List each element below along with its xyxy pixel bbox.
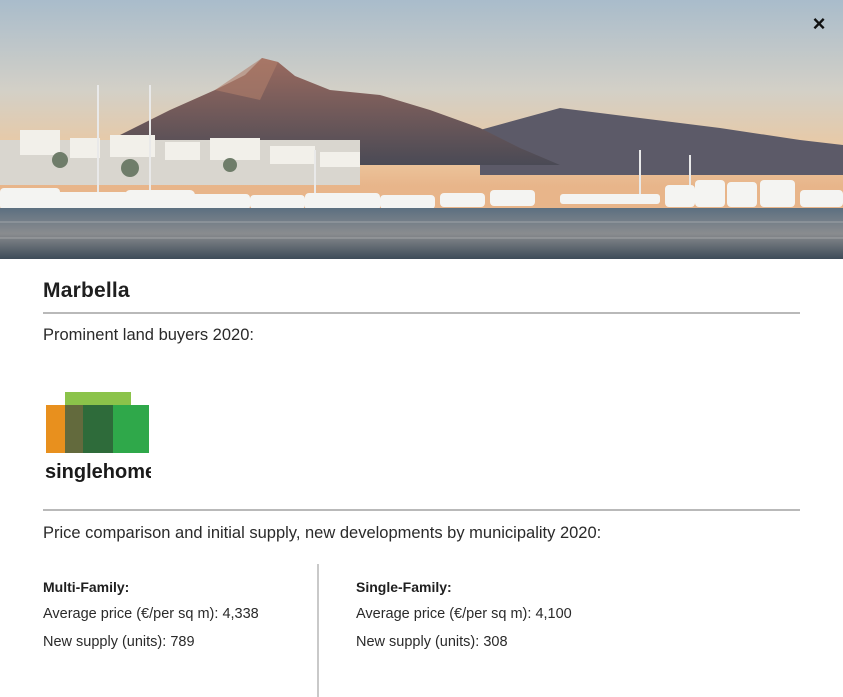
single-family-price: Average price (€/per sq m): 4,100 <box>356 606 630 622</box>
close-button[interactable]: × <box>807 12 831 36</box>
land-buyers-heading: Prominent land buyers 2020: <box>43 326 254 344</box>
price-value: 4,100 <box>535 606 572 622</box>
supply-label: New supply (units): <box>43 634 167 650</box>
section-divider <box>43 509 800 511</box>
multi-family-column: Multi-Family: Average price (€/per sq m)… <box>43 564 319 697</box>
supply-value: 789 <box>170 634 195 650</box>
modal-content: Marbella Prominent land buyers 2020: sin… <box>0 279 843 697</box>
multi-family-title: Multi-Family: <box>43 579 130 595</box>
city-info-modal: × Marbella Prominent land buyers 2020: s… <box>0 0 843 697</box>
logo-wordmark: singlehome <box>45 461 151 482</box>
single-family-supply: New supply (units): 308 <box>356 634 630 650</box>
price-label: Average price (€/per sq m): <box>43 606 219 622</box>
multi-family-supply: New supply (units): 789 <box>43 634 317 650</box>
price-label: Average price (€/per sq m): <box>356 606 532 622</box>
hero-image-marbella-harbour: × <box>0 0 843 259</box>
comparison-heading: Price comparison and initial supply, new… <box>43 524 602 542</box>
city-title: Marbella <box>43 279 800 314</box>
multi-family-price: Average price (€/per sq m): 4,338 <box>43 606 317 622</box>
supply-value: 308 <box>483 634 508 650</box>
singlehome-logo-graphic: singlehome <box>45 392 156 483</box>
singlehome-logo: singlehome <box>45 390 156 483</box>
price-value: 4,338 <box>222 606 259 622</box>
harbour-illustration <box>0 0 843 259</box>
supply-label: New supply (units): <box>356 634 480 650</box>
single-family-title: Single-Family: <box>356 579 452 595</box>
single-family-column: Single-Family: Average price (€/per sq m… <box>319 564 630 697</box>
comparison-columns: Multi-Family: Average price (€/per sq m)… <box>43 564 800 697</box>
close-icon: × <box>812 11 826 36</box>
